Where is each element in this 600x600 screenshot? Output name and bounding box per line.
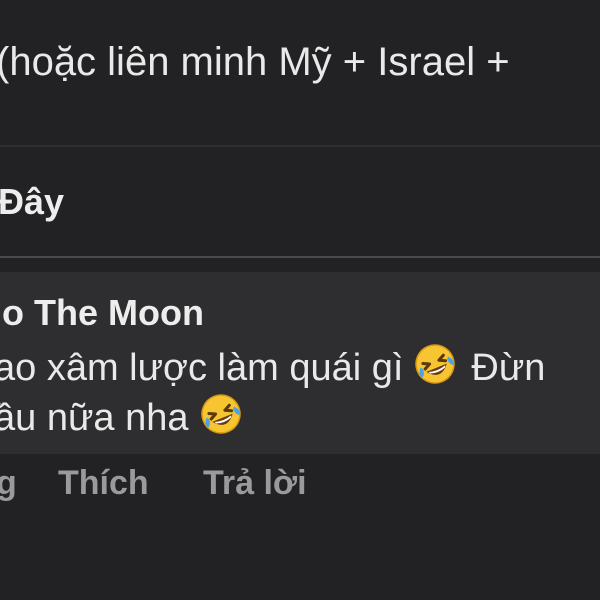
comment-author-name[interactable]: o The Moon xyxy=(2,289,204,337)
comment-text-part: Đừn xyxy=(471,347,546,389)
rolling-laughing-emoji-icon xyxy=(413,342,457,386)
rolling-laughing-emoji-icon xyxy=(199,392,243,436)
app-screen: (hoặc liên minh Mỹ + Israel + Đây o The … xyxy=(0,0,600,600)
comment-text-line-1: ao xâm lược làm quái gì Đừn xyxy=(0,342,545,393)
comment-text-part: ầu nữa nha xyxy=(0,397,189,439)
divider xyxy=(0,145,600,147)
comment-text-part: ao xâm lược làm quái gì xyxy=(0,347,404,389)
divider xyxy=(0,256,600,258)
comment-timestamp: g xyxy=(0,464,17,502)
comment-actions: g Thích Trả lời xyxy=(0,458,600,508)
like-button[interactable]: Thích xyxy=(58,458,149,508)
post-text: (hoặc liên minh Mỹ + Israel + xyxy=(0,40,510,84)
context-label[interactable]: Đây xyxy=(0,178,64,226)
reply-button[interactable]: Trả lời xyxy=(203,458,307,508)
comment-text-line-2: ầu nữa nha xyxy=(0,392,243,443)
